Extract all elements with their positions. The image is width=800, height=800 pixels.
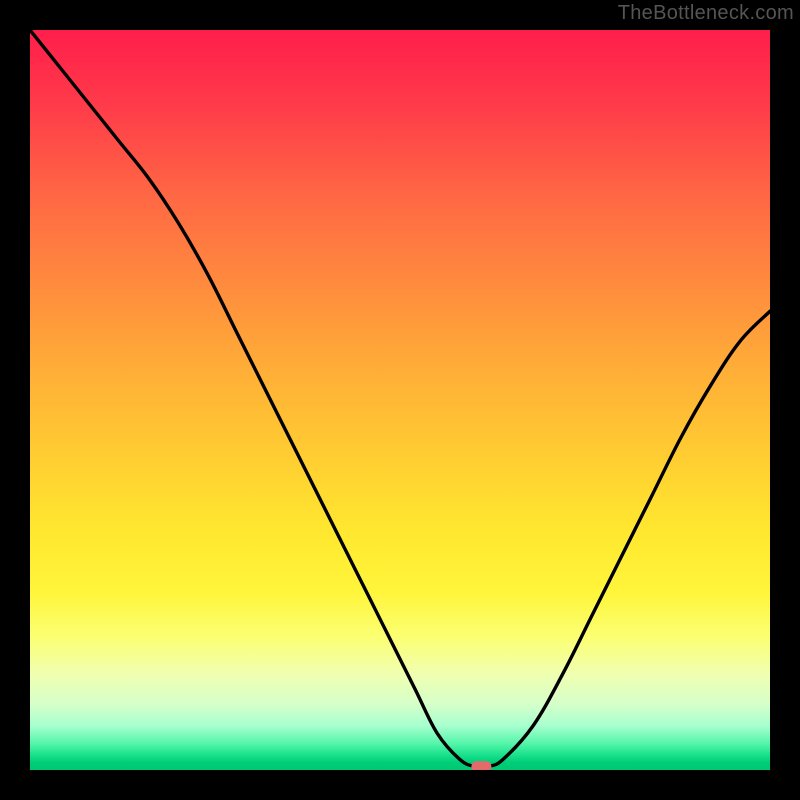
minimum-marker [471,761,491,770]
watermark-text: TheBottleneck.com [618,2,794,25]
bottleneck-curve-path [30,30,770,767]
gradient-plot-area [30,30,770,770]
chart-frame: TheBottleneck.com [0,0,800,800]
bottleneck-curve-svg [30,30,770,770]
